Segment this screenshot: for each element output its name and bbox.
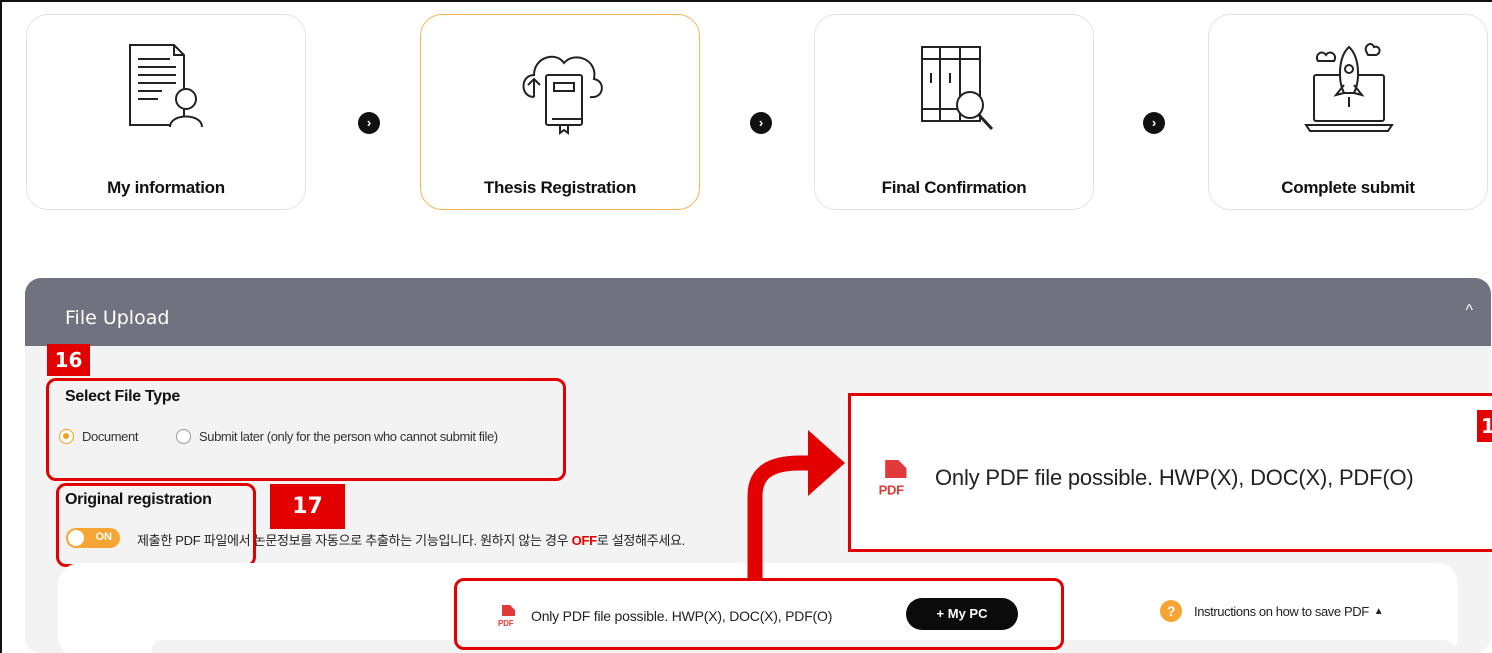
radio-selected-icon bbox=[59, 428, 74, 444]
radio-label: Document bbox=[82, 428, 139, 444]
step-final-confirmation[interactable]: Final Confirmation bbox=[814, 14, 1094, 210]
zoomed-pdf-note: PDF Only PDF file possible. HWP(X), DOC(… bbox=[877, 458, 1414, 498]
caret-up-icon: ▲ bbox=[1373, 605, 1384, 617]
annotation-badge-16: 16 bbox=[47, 344, 90, 376]
select-file-type-title: Select File Type bbox=[65, 388, 180, 405]
auto-extract-hint: 제출한 PDF 파일에서 논문정보를 자동으로 추출하는 기능입니다. 원하지 … bbox=[137, 533, 685, 548]
binders-magnifier-icon bbox=[921, 46, 994, 131]
step-label: Complete submit bbox=[1281, 178, 1415, 197]
step-label: My information bbox=[107, 178, 225, 197]
pdf-instructions-link[interactable]: ? Instructions on how to save PDF ▲ bbox=[1160, 600, 1384, 622]
radio-unselected-icon bbox=[176, 428, 191, 444]
document-user-icon bbox=[129, 44, 203, 128]
annotation-box-uploader bbox=[454, 578, 1064, 650]
off-keyword: OFF bbox=[571, 533, 597, 548]
radio-submit-later[interactable]: Submit later (only for the person who ca… bbox=[176, 428, 498, 444]
svg-text:PDF: PDF bbox=[879, 482, 905, 497]
toggle-state: ON bbox=[95, 531, 113, 543]
toggle-knob bbox=[68, 530, 84, 546]
chevron-right-icon: › bbox=[750, 112, 772, 134]
original-registration-title: Original registration bbox=[65, 491, 212, 508]
step-thesis-registration[interactable]: Thesis Registration bbox=[420, 14, 700, 210]
step-complete-submit[interactable]: Complete submit bbox=[1208, 14, 1488, 210]
step-my-information[interactable]: My information bbox=[26, 14, 306, 210]
callout-text: Only PDF file possible. HWP(X), DOC(X), … bbox=[935, 465, 1414, 490]
help-icon: ? bbox=[1160, 600, 1182, 622]
instructions-label: Instructions on how to save PDF bbox=[1194, 603, 1369, 619]
radio-label: Submit later (only for the person who ca… bbox=[199, 428, 498, 444]
annotation-badge-18: 18 bbox=[1477, 410, 1492, 442]
chevron-right-icon: › bbox=[1143, 112, 1165, 134]
step-label: Thesis Registration bbox=[483, 178, 637, 197]
zoom-callout: PDF Only PDF file possible. HWP(X), DOC(… bbox=[848, 393, 1492, 552]
auto-extract-toggle[interactable]: ON bbox=[66, 528, 120, 548]
chevron-up-icon[interactable]: ^ bbox=[1465, 302, 1473, 320]
pdf-icon: PDF bbox=[877, 458, 913, 498]
callout-arrow-icon bbox=[747, 430, 845, 580]
laptop-rocket-icon bbox=[1304, 43, 1394, 132]
cloud-book-icon bbox=[522, 55, 603, 135]
annotation-badge-17: 17 bbox=[270, 484, 345, 529]
radio-document[interactable]: Document bbox=[59, 428, 138, 444]
step-label: Final Confirmation bbox=[881, 178, 1027, 197]
chevron-right-icon: › bbox=[358, 112, 380, 134]
file-upload-header[interactable]: File Upload ^ bbox=[25, 278, 1491, 346]
section-title: File Upload bbox=[65, 307, 170, 329]
